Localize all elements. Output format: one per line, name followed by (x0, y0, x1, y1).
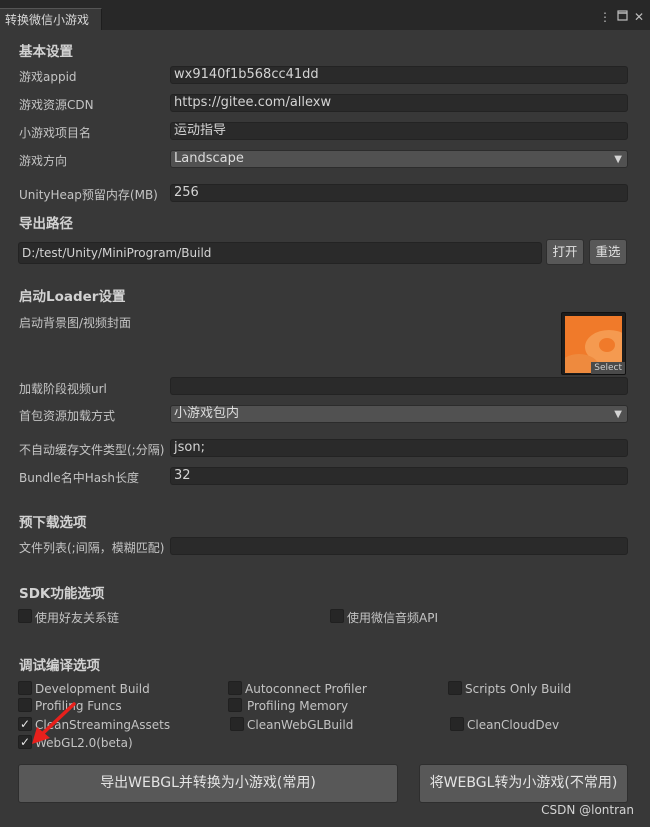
background-image-picker[interactable]: Select (561, 312, 626, 375)
clean-webgl-build-label: CleanWebGLBuild (247, 718, 354, 732)
heap-label: UnityHeap预留内存(MB) (19, 188, 158, 202)
orientation-value: Landscape (174, 151, 244, 166)
orientation-label: 游戏方向 (19, 154, 68, 168)
hash-length-input[interactable]: 32 (170, 467, 628, 485)
export-path-input[interactable]: D:/test/Unity/MiniProgram/Build (18, 242, 542, 264)
wechat-audio-checkbox[interactable] (330, 609, 344, 623)
orientation-dropdown[interactable]: Landscape ▼ (170, 150, 628, 168)
dropdown-arrow-icon: ▼ (614, 154, 622, 165)
scripts-only-build-label: Scripts Only Build (465, 682, 572, 696)
section-sdk-title: SDK功能选项 (19, 586, 105, 602)
watermark-text: CSDN @lontran (541, 803, 634, 817)
preload-files-label: 文件列表(;间隔，模糊匹配) (19, 541, 165, 555)
section-preload-title: 预下载选项 (19, 515, 87, 531)
window-controls: ⋮ ✕ (599, 10, 644, 24)
more-vertical-icon[interactable]: ⋮ (599, 10, 611, 24)
reselect-button[interactable]: 重选 (589, 239, 627, 265)
section-export-title: 导出路径 (19, 216, 73, 232)
profiling-memory-checkbox[interactable] (228, 698, 242, 712)
clean-cloud-dev-checkbox[interactable] (450, 717, 464, 731)
appid-label: 游戏appid (19, 70, 77, 84)
section-loader-title: 启动Loader设置 (19, 289, 126, 305)
cdn-input[interactable]: https://gitee.com/allexw (170, 94, 628, 112)
first-package-dropdown[interactable]: 小游戏包内 ▼ (170, 405, 628, 423)
project-name-label: 小游戏项目名 (19, 126, 92, 140)
friend-chain-checkbox[interactable] (18, 609, 32, 623)
convert-only-button[interactable]: 将WEBGL转为小游戏(不常用) (419, 764, 628, 803)
section-basic-title: 基本设置 (19, 44, 73, 60)
autoconnect-profiler-label: Autoconnect Profiler (245, 682, 367, 696)
maximize-icon[interactable] (617, 10, 628, 24)
annotation-arrow-icon (32, 702, 76, 744)
dropdown-arrow-icon: ▼ (614, 409, 622, 420)
development-build-label: Development Build (35, 682, 150, 696)
background-image-label: 启动背景图/视频封面 (19, 316, 132, 330)
cdn-label: 游戏资源CDN (19, 98, 94, 112)
development-build-checkbox[interactable] (18, 681, 32, 695)
hash-length-label: Bundle名中Hash长度 (19, 471, 140, 485)
open-button[interactable]: 打开 (546, 239, 584, 265)
appid-input[interactable]: wx9140f1b568cc41dd (170, 66, 628, 84)
video-url-label: 加载阶段视频url (19, 382, 107, 396)
video-url-input[interactable] (170, 377, 628, 395)
wechat-audio-label: 使用微信音频API (347, 611, 438, 625)
friend-chain-label: 使用好友关系链 (35, 611, 120, 625)
close-icon[interactable]: ✕ (634, 10, 644, 24)
select-image-button[interactable]: Select (591, 362, 625, 374)
profiling-memory-label: Profiling Memory (247, 699, 349, 713)
scripts-only-build-checkbox[interactable] (448, 681, 462, 695)
no-cache-input[interactable]: json; (170, 439, 628, 457)
first-package-value: 小游戏包内 (174, 406, 240, 421)
no-cache-label: 不自动缓存文件类型(;分隔) (19, 443, 165, 457)
export-and-convert-button[interactable]: 导出WEBGL并转换为小游戏(常用) (18, 764, 398, 803)
window-tab[interactable]: 转换微信小游戏 (0, 8, 102, 30)
first-package-label: 首包资源加载方式 (19, 409, 116, 423)
section-debug-title: 调试编译选项 (19, 658, 100, 674)
clean-webgl-build-checkbox[interactable] (230, 717, 244, 731)
clean-cloud-dev-label: CleanCloudDev (467, 718, 560, 732)
project-name-input[interactable]: 运动指导 (170, 122, 628, 140)
preload-files-input[interactable] (170, 537, 628, 555)
autoconnect-profiler-checkbox[interactable] (228, 681, 242, 695)
heap-input[interactable]: 256 (170, 184, 628, 202)
